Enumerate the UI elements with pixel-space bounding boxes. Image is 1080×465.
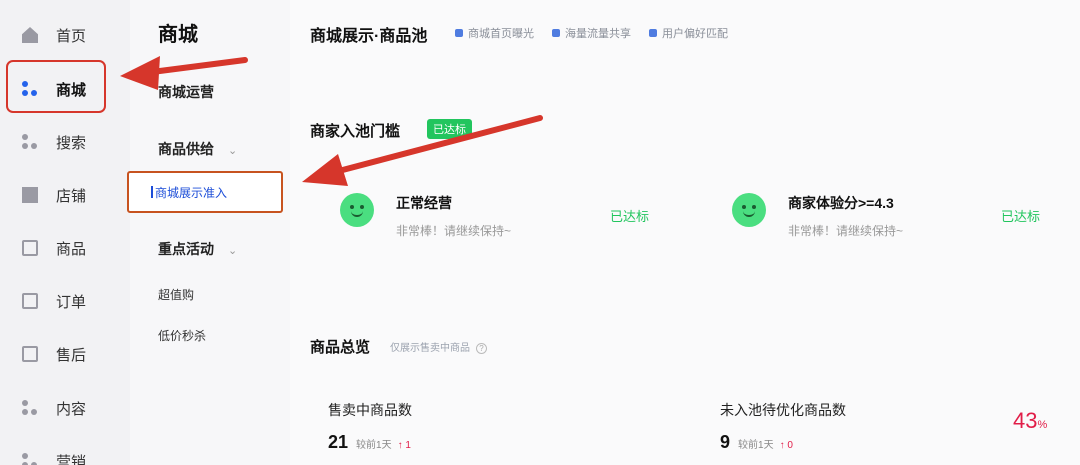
arrow-to-access [332,115,543,175]
arrow-to-mall [149,57,248,75]
arrow-head [120,56,160,90]
annotation-arrows [120,56,543,186]
arrow-head [302,154,348,186]
